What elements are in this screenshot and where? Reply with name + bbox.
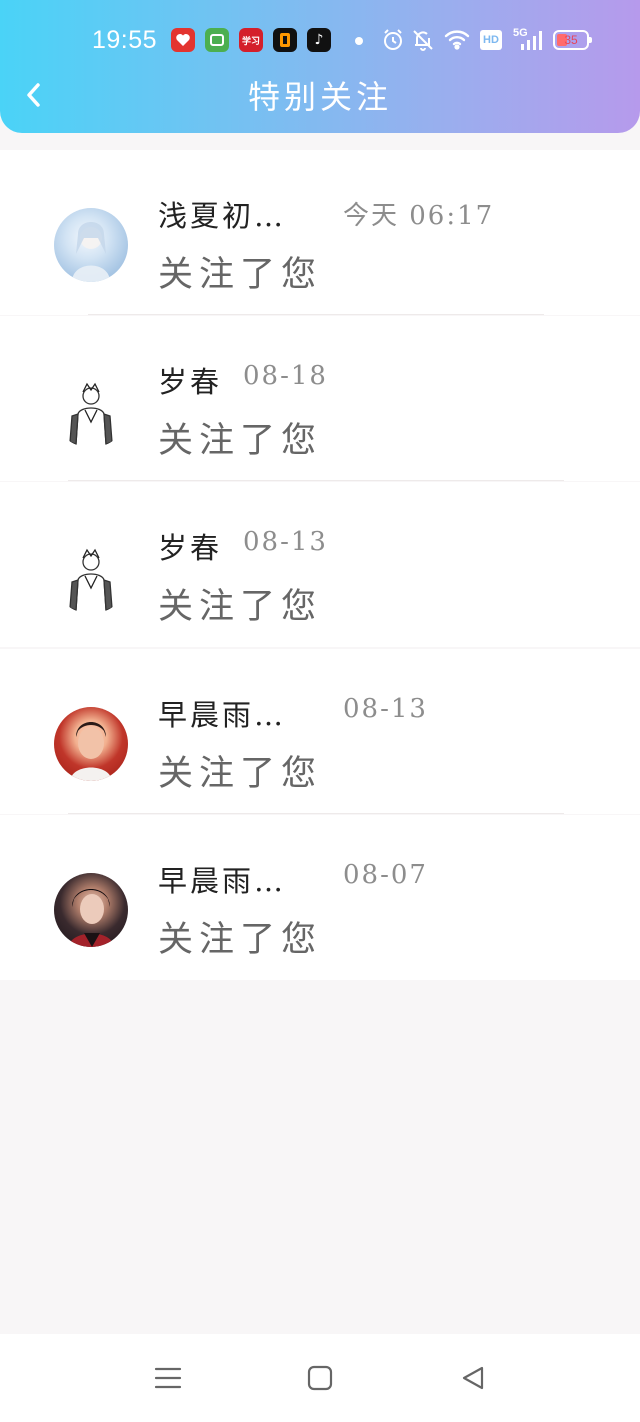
battery-level: 35 xyxy=(564,33,578,47)
user-name: 早晨雨… xyxy=(158,864,287,898)
nav-home-button[interactable] xyxy=(300,1358,340,1398)
divider xyxy=(88,314,544,315)
page-title: 特别关注 xyxy=(247,78,392,116)
user-name: 早晨雨… xyxy=(158,698,287,732)
divider xyxy=(68,813,564,814)
app-heart-icon xyxy=(171,28,195,52)
item-message: 关注了您 xyxy=(158,920,323,960)
triangle-back-icon xyxy=(462,1366,484,1390)
battery-icon: 35 xyxy=(553,30,592,50)
user-name: 岁春 xyxy=(158,531,223,565)
nav-back-button[interactable] xyxy=(453,1358,493,1398)
list-item[interactable]: 岁春 08-13 关注了您 xyxy=(0,482,640,647)
hd-badge: HD xyxy=(480,30,502,50)
status-bar: 19:55 学习 ♪ HD 5G 35 xyxy=(0,20,640,64)
item-time: 08-13 xyxy=(243,527,328,557)
avatar xyxy=(54,374,128,448)
user-name: 岁春 xyxy=(158,365,223,399)
menu-icon xyxy=(154,1367,182,1389)
app-study-icon: 学习 xyxy=(239,28,263,52)
avatar xyxy=(54,540,128,614)
alarm-icon xyxy=(381,28,405,52)
app-music-icon: ♪ xyxy=(307,28,331,52)
item-time: 今天 06:17 xyxy=(343,201,495,231)
user-name: 浅夏初… xyxy=(158,199,287,233)
item-message: 关注了您 xyxy=(158,587,323,627)
item-time: 08-18 xyxy=(243,361,328,391)
system-nav-bar xyxy=(0,1334,640,1422)
list-item[interactable]: 岁春 08-18 关注了您 xyxy=(0,316,640,481)
nav-menu-button[interactable] xyxy=(148,1358,188,1398)
item-message: 关注了您 xyxy=(158,255,323,295)
list-item[interactable]: 早晨雨… 08-13 关注了您 xyxy=(0,649,640,814)
follow-notification-list: 浅夏初… 今天 06:17 关注了您 岁春 08-18 关注了您 岁春 08-1… xyxy=(0,150,640,980)
avatar xyxy=(54,707,128,781)
app-reader-icon xyxy=(273,28,297,52)
signal-icon xyxy=(519,30,543,50)
avatar xyxy=(54,873,128,947)
item-message: 关注了您 xyxy=(158,754,323,794)
item-message: 关注了您 xyxy=(158,421,323,461)
list-item[interactable]: 浅夏初… 今天 06:17 关注了您 xyxy=(0,150,640,315)
divider xyxy=(68,480,564,481)
square-home-icon xyxy=(307,1365,333,1391)
app-header: 19:55 学习 ♪ HD 5G 35 特别关注 xyxy=(0,0,640,133)
wifi-icon xyxy=(444,28,470,50)
status-time: 19:55 xyxy=(92,26,158,54)
item-time: 08-07 xyxy=(343,860,428,890)
notification-dot-icon xyxy=(355,37,363,45)
app-window-icon xyxy=(205,28,229,52)
avatar xyxy=(54,208,128,282)
bell-off-icon xyxy=(412,28,434,52)
list-item[interactable]: 早晨雨… 08-07 关注了您 xyxy=(0,815,640,980)
item-time: 08-13 xyxy=(343,694,428,724)
